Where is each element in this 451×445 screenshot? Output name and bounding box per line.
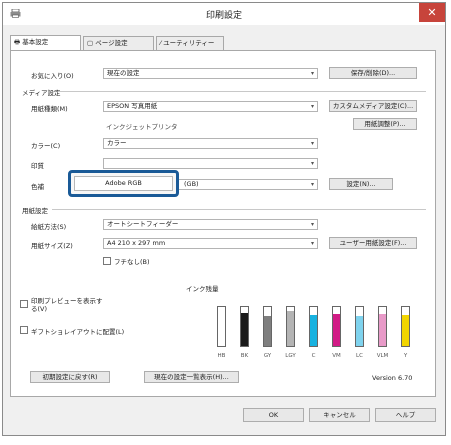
- ink-bar-vm: [332, 306, 341, 347]
- layout-label: ギフトショレイアウトに配置(L): [31, 328, 125, 336]
- group-divider: [58, 91, 426, 92]
- paper-adjust-button[interactable]: 用紙調整(P)...: [353, 118, 417, 130]
- ink-bar-lc: [355, 306, 364, 347]
- ink-label-lc: LC: [356, 353, 363, 359]
- favorites-select[interactable]: 現在の設定 ▾: [103, 68, 318, 79]
- ink-label-vlm: VLM: [376, 353, 389, 359]
- ink-fill-gy: [264, 315, 271, 346]
- color-label: カラー(C): [31, 142, 61, 150]
- ink-label-bk: BK: [240, 353, 249, 359]
- ink-fill-vlm: [379, 314, 386, 346]
- ink-fill-bk: [241, 312, 248, 346]
- quality-label: 印質: [31, 162, 44, 170]
- ink-label-gy: GY: [263, 353, 272, 359]
- ok-button[interactable]: OK: [243, 408, 304, 422]
- ink-bar-bk: [240, 306, 249, 347]
- chevron-down-icon: ▾: [310, 221, 314, 228]
- version-text: Version 6.70: [372, 374, 413, 382]
- paper-size-select[interactable]: A4 210 x 297 mm ▾: [103, 238, 318, 249]
- ink-label-c: C: [311, 353, 316, 359]
- favorites-label: お気に入り(O): [31, 72, 74, 80]
- group-divider: [52, 209, 426, 210]
- title-bar[interactable]: 印刷設定: [3, 3, 445, 25]
- paper-type-value: EPSON 写真用紙: [107, 102, 158, 110]
- tab-strip: 🖶 基本設定 ▢ ページ設定 ⁄ ユーティリティー: [10, 35, 435, 51]
- adobe-rgb-option[interactable]: Adobe RGB: [74, 176, 173, 191]
- current-settings-list-button[interactable]: 現在の設定一覧表示(H)...: [144, 371, 239, 383]
- color-select[interactable]: カラー ▾: [103, 138, 318, 149]
- color-mode-label: 色補: [31, 183, 44, 191]
- ink-fill-c: [310, 314, 317, 346]
- color-value: カラー: [107, 139, 127, 147]
- ink-fill-lc: [356, 315, 363, 346]
- color-settings-button[interactable]: 設定(N)...: [329, 178, 393, 190]
- page-icon: ▢: [87, 39, 94, 47]
- ink-fill-lgy: [287, 310, 294, 346]
- close-button[interactable]: ✕: [419, 3, 445, 22]
- chevron-down-icon: ▾: [310, 70, 314, 77]
- ink-bar-y: [401, 306, 410, 347]
- cancel-button[interactable]: キャンセル: [309, 408, 370, 422]
- ink-levels-label: インク残量: [186, 285, 219, 293]
- paper-source-value: オートシートフィーダー: [107, 220, 179, 228]
- ink-type-note: インクジェットプリンタ: [106, 123, 178, 131]
- favorites-value: 現在の設定: [107, 69, 140, 77]
- help-button[interactable]: ヘルプ: [375, 408, 436, 422]
- tab-utility[interactable]: ⁄ ユーティリティー: [156, 36, 224, 50]
- ink-bar-lgy: [286, 306, 295, 347]
- color-mode-value: (GB): [184, 180, 199, 188]
- highlighted-dropdown-popup: Adobe RGB: [68, 170, 179, 197]
- media-group-label: メディア設定: [22, 89, 61, 97]
- reset-defaults-button[interactable]: 初期設定に戻す(R): [30, 371, 110, 383]
- ink-bar-hb: [217, 306, 226, 347]
- chevron-down-icon: ▾: [310, 103, 314, 110]
- user-paper-size-button[interactable]: ユーザー用紙設定(F)...: [329, 237, 417, 249]
- layout-checkbox[interactable]: [20, 326, 28, 334]
- paper-group-label: 用紙設定: [22, 207, 48, 215]
- ink-bar-c: [309, 306, 318, 347]
- borderless-label: フチなし(B): [114, 258, 150, 266]
- paper-type-label: 用紙種類(M): [31, 105, 68, 113]
- ink-fill-vm: [333, 314, 340, 346]
- quality-select[interactable]: ▾: [103, 158, 318, 169]
- ink-label-y: Y: [403, 353, 408, 359]
- tab-basic-settings[interactable]: 🖶 基本設定: [10, 35, 81, 51]
- ink-fill-y: [402, 314, 409, 346]
- ink-bar-vlm: [378, 306, 387, 347]
- chevron-down-icon: ▾: [310, 181, 314, 188]
- wrench-icon: ⁄: [160, 39, 162, 47]
- print-preview-checkbox[interactable]: [20, 300, 28, 308]
- borderless-checkbox[interactable]: [103, 257, 111, 265]
- save-delete-button[interactable]: 保存/削除(D)...: [329, 67, 417, 79]
- chevron-down-icon: ▾: [310, 160, 314, 167]
- custom-media-button[interactable]: カスタムメディア設定(C)...: [329, 100, 417, 112]
- ink-label-vm: VM: [332, 353, 341, 359]
- printer-icon: 🖶: [14, 38, 21, 46]
- paper-source-label: 給紙方法(S): [31, 223, 67, 231]
- chevron-down-icon: ▾: [310, 240, 314, 247]
- print-preview-label: 印刷プレビューを表示する(V): [31, 297, 103, 313]
- ink-levels-panel: HB BK GY LGY C VM LC VLM Y: [212, 306, 427, 368]
- paper-source-select[interactable]: オートシートフィーダー ▾: [103, 219, 318, 230]
- window-title: 印刷設定: [205, 11, 242, 21]
- paper-size-value: A4 210 x 297 mm: [107, 239, 166, 247]
- ink-bar-gy: [263, 306, 272, 347]
- paper-size-label: 用紙サイズ(Z): [31, 242, 73, 250]
- tab-page-settings[interactable]: ▢ ページ設定: [83, 36, 154, 50]
- paper-type-select[interactable]: EPSON 写真用紙 ▾: [103, 101, 318, 112]
- tab-label: ページ設定: [95, 39, 128, 47]
- tab-label: ユーティリティー: [163, 39, 215, 47]
- ink-label-hb: HB: [217, 353, 226, 359]
- chevron-down-icon: ▾: [310, 140, 314, 147]
- tab-label: 基本設定: [22, 38, 49, 46]
- ink-label-lgy: LGY: [285, 353, 296, 359]
